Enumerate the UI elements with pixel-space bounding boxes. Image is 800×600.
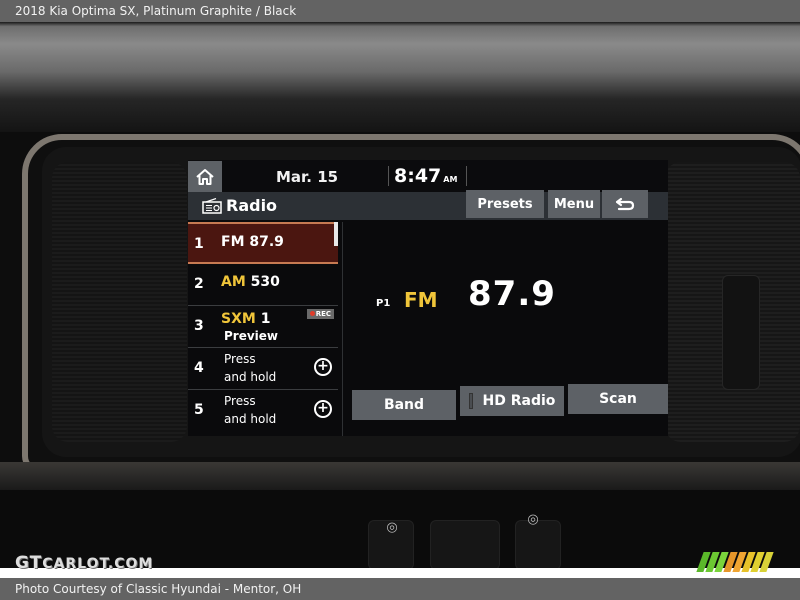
watermark-small: CARLOT.COM	[42, 556, 154, 572]
preset-number: 5	[194, 402, 204, 418]
dashboard-top	[0, 22, 800, 132]
hd-radio-button[interactable]: HD Radio	[460, 386, 564, 416]
lower-trim	[0, 462, 800, 490]
preset-sublabel: Preview	[224, 329, 279, 343]
plus-circle-icon[interactable]: +	[314, 400, 332, 418]
heated-seat-icon: ◎	[527, 512, 539, 527]
time-value: 8:47	[394, 165, 442, 187]
preset-band: FM	[221, 234, 245, 250]
preset-number: 4	[194, 360, 204, 376]
radio-icon	[202, 198, 222, 214]
plus-circle-icon[interactable]: +	[314, 358, 332, 376]
preset-hint-line2: and hold	[224, 412, 277, 426]
preset-item-5[interactable]: 5 Press and hold +	[188, 390, 338, 432]
preset-hint-line1: Press	[224, 394, 256, 408]
preset-item-2[interactable]: 2 AM 530	[188, 264, 338, 306]
console-center-button[interactable]	[430, 520, 500, 568]
home-button[interactable]	[188, 161, 222, 192]
preset-label: FM 87.9	[221, 234, 284, 250]
preset-item-1[interactable]: 1 FM 87.9	[188, 222, 338, 264]
time-display: 8:47 AM	[394, 165, 457, 187]
preset-number: 3	[194, 318, 204, 334]
preset-freq: 1	[260, 311, 271, 327]
menu-button[interactable]: Menu	[548, 190, 600, 218]
side-slot	[722, 275, 760, 390]
current-band: FM	[404, 288, 438, 312]
brand-stripes-logo	[696, 552, 774, 572]
preset-number: 2	[194, 276, 204, 292]
hd-indicator	[468, 393, 473, 409]
watermark-big: GT	[15, 553, 43, 573]
watermark-logo: GTCARLOT.COM	[15, 553, 153, 573]
preset-item-3[interactable]: 3 SXM 1 Preview REC	[188, 306, 338, 348]
preset-scrollbar[interactable]	[334, 222, 338, 246]
now-playing: P1 FM 87.9	[348, 222, 668, 382]
presets-button[interactable]: Presets	[466, 190, 544, 218]
home-icon	[196, 168, 214, 185]
scan-button[interactable]: Scan	[568, 384, 668, 414]
status-divider	[466, 166, 467, 186]
time-ampm: AM	[443, 175, 458, 184]
band-button[interactable]: Band	[352, 390, 456, 420]
preset-number: 1	[194, 236, 204, 252]
back-button[interactable]	[602, 190, 648, 218]
current-preset-label: P1	[376, 298, 391, 309]
preset-band: AM	[221, 274, 246, 290]
list-divider	[342, 222, 343, 436]
caption-bottom: Photo Courtesy of Classic Hyundai - Ment…	[0, 578, 800, 600]
rec-label: REC	[315, 310, 331, 318]
preset-freq: 530	[250, 274, 280, 290]
caption-top: 2018 Kia Optima SX, Platinum Graphite / …	[0, 0, 800, 22]
page-title: Radio	[226, 196, 278, 215]
preset-hint-line2: and hold	[224, 370, 277, 384]
preset-hint-line1: Press	[224, 352, 256, 366]
status-bar: Mar. 15 8:47 AM	[188, 160, 668, 192]
back-arrow-icon	[615, 197, 635, 211]
heated-seat-icon: ◎	[386, 520, 398, 535]
preset-band: SXM	[221, 311, 256, 327]
preset-label: AM 530	[221, 274, 280, 290]
date-display: Mar. 15	[276, 168, 339, 186]
hd-radio-label: HD Radio	[482, 393, 556, 409]
rec-badge: REC	[306, 309, 334, 319]
preset-label: SXM 1	[221, 311, 270, 327]
current-frequency: 87.9	[468, 274, 556, 314]
preset-freq: 87.9	[249, 234, 284, 250]
infotainment-screen: Mar. 15 8:47 AM Radio Presets Menu 1 FM 8…	[188, 160, 668, 436]
status-divider	[388, 166, 389, 186]
preset-item-4[interactable]: 4 Press and hold +	[188, 348, 338, 390]
preset-list: 1 FM 87.9 2 AM 530 3 SXM 1 Preview REC 4…	[188, 222, 340, 436]
rec-dot-icon	[309, 311, 315, 316]
speaker-grille-left	[52, 162, 187, 442]
